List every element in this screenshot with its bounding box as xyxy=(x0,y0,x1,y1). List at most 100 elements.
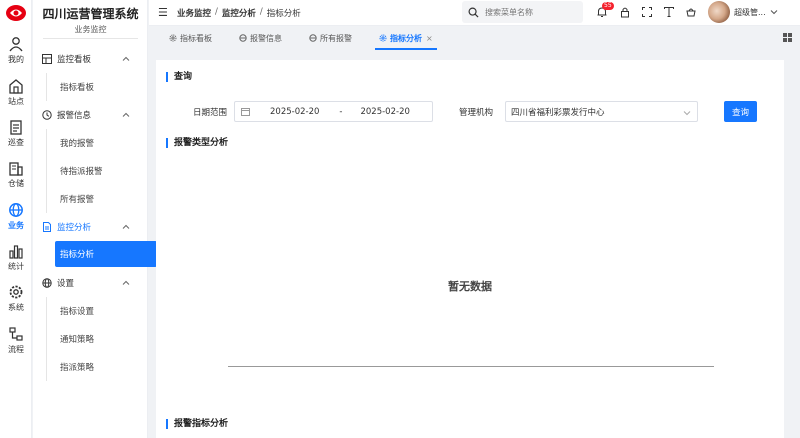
document-icon xyxy=(43,222,51,232)
org-label: 管理机构 xyxy=(459,108,494,118)
menu-item-label: 指标分析 xyxy=(60,250,95,260)
rail-label: 系统 xyxy=(8,303,24,312)
rail-label: 业务 xyxy=(8,221,24,230)
gear-icon xyxy=(169,34,177,42)
breadcrumb-item[interactable]: 监控分析 xyxy=(222,7,256,19)
empty-state: 暂无数据 xyxy=(448,280,492,293)
main-content: 查询 日期范围 2025-02-20 - 2025-02-20 管理机构 四川省… xyxy=(156,60,784,438)
menu-group-monitor-board[interactable]: 监控看板 xyxy=(33,47,148,71)
tab-close-icon[interactable]: × xyxy=(426,34,433,43)
menu-group-settings[interactable]: 设置 xyxy=(33,271,148,295)
calendar-icon xyxy=(241,108,250,116)
rail-label: 巡查 xyxy=(8,138,24,147)
menu-item-label: 指派策略 xyxy=(60,363,95,373)
menu-item-metric-settings[interactable]: 指标设置 xyxy=(55,298,157,324)
date-end[interactable]: 2025-02-20 xyxy=(360,107,409,117)
rail-item-system[interactable]: 系统 xyxy=(0,284,32,324)
menu-item-metric-analysis[interactable]: 指标分析 xyxy=(55,241,157,267)
breadcrumb: 业务监控 / 监控分析 / 指标分析 xyxy=(177,7,301,19)
breadcrumb-item[interactable]: 业务监控 xyxy=(177,7,211,19)
tab-label: 指标分析 xyxy=(390,33,422,43)
org-select[interactable]: 四川省福利彩票发行中心 xyxy=(505,101,698,122)
rail-label: 我的 xyxy=(8,55,24,64)
date-start[interactable]: 2025-02-20 xyxy=(270,107,319,117)
lottery-logo xyxy=(6,5,26,21)
rail-item-warehouse[interactable]: 仓储 xyxy=(0,160,32,200)
chevron-down-icon xyxy=(683,111,691,116)
tab-label: 指标看板 xyxy=(180,33,212,43)
rail-label: 统计 xyxy=(8,262,24,271)
menu-toggle-icon[interactable]: ☰ xyxy=(158,6,168,19)
rail-label: 流程 xyxy=(8,345,24,354)
warehouse-icon xyxy=(9,162,23,176)
grid-icon[interactable] xyxy=(783,33,792,42)
bar-chart-icon xyxy=(9,245,23,259)
menu-item-all-alarms[interactable]: 所有报警 xyxy=(55,186,157,212)
globe-icon xyxy=(9,203,23,217)
gear-icon xyxy=(379,34,387,42)
globe-icon xyxy=(239,34,247,42)
tab-metric-board[interactable]: 指标看板 xyxy=(169,29,212,47)
menu-sidebar: 四川运营管理系统 业务监控 监控看板 指标看板 报警信息 我的报警 待指派报警 … xyxy=(33,0,157,438)
date-separator: - xyxy=(339,106,343,117)
user-name[interactable]: 超级管... xyxy=(734,7,766,18)
menu-group-label: 监控看板 xyxy=(57,55,92,65)
menu-group-alarm-info[interactable]: 报警信息 xyxy=(33,103,148,127)
menu-item-label: 我的报警 xyxy=(60,139,95,149)
date-range-picker[interactable]: 2025-02-20 - 2025-02-20 xyxy=(234,101,433,122)
search-icon xyxy=(468,7,479,18)
rail-item-flow[interactable]: 流程 xyxy=(0,326,32,366)
tab-all-alarms[interactable]: 所有报警 xyxy=(309,29,352,47)
query-button[interactable]: 查询 xyxy=(724,101,757,122)
chevron-up-icon xyxy=(122,224,130,229)
app-subtitle: 业务监控 xyxy=(43,24,138,39)
user-icon xyxy=(9,37,23,52)
menu-divider xyxy=(46,297,47,381)
rail-item-business[interactable]: 业务 xyxy=(0,202,32,242)
menu-item-label: 通知策略 xyxy=(60,335,95,345)
tabs-bar: 指标看板 报警信息 所有报警 指标分析 × xyxy=(149,26,800,50)
text-size-icon[interactable] xyxy=(663,6,675,18)
menu-group-label: 设置 xyxy=(57,279,75,289)
menu-item-metric-board[interactable]: 指标看板 xyxy=(55,74,157,100)
menu-group-monitor-analysis[interactable]: 监控分析 xyxy=(33,215,148,239)
breadcrumb-current: 指标分析 xyxy=(266,9,301,19)
tab-label: 报警信息 xyxy=(250,33,282,43)
rail-item-patrol[interactable]: 巡查 xyxy=(0,119,32,159)
tab-alarm-info[interactable]: 报警信息 xyxy=(239,29,282,47)
app-title: 四川运营管理系统 xyxy=(42,7,139,21)
menu-divider xyxy=(46,73,47,101)
query-title: 查询 xyxy=(166,72,192,82)
menu-group-label: 报警信息 xyxy=(57,111,92,121)
top-header: ☰ 业务监控 / 监控分析 / 指标分析 55 超级管... xyxy=(149,0,800,26)
globe-icon xyxy=(42,278,52,288)
tab-label: 所有报警 xyxy=(320,33,352,43)
theme-icon[interactable] xyxy=(685,6,697,18)
menu-item-label: 指标设置 xyxy=(60,307,95,317)
menu-search[interactable] xyxy=(462,1,583,23)
alarm-icon xyxy=(42,110,52,120)
notification-badge: 55 xyxy=(602,2,614,10)
rail-item-stats[interactable]: 统计 xyxy=(0,243,32,283)
menu-item-my-alarms[interactable]: 我的报警 xyxy=(55,130,157,156)
gear-icon xyxy=(9,285,23,299)
search-input[interactable] xyxy=(485,7,575,17)
chevron-down-icon[interactable] xyxy=(770,8,778,16)
rail-item-mine[interactable]: 我的 xyxy=(0,36,32,76)
avatar[interactable] xyxy=(708,1,730,23)
menu-item-label: 待指派报警 xyxy=(60,167,103,177)
dashboard-icon xyxy=(42,54,52,64)
lock-icon[interactable] xyxy=(619,6,631,18)
tab-metric-analysis[interactable]: 指标分析 × xyxy=(375,29,437,50)
menu-divider xyxy=(46,129,47,213)
fullscreen-icon[interactable] xyxy=(641,6,653,18)
org-select-value: 四川省福利彩票发行中心 xyxy=(511,107,605,118)
chevron-up-icon xyxy=(122,56,130,61)
globe-icon xyxy=(309,34,317,42)
menu-item-pending-alarms[interactable]: 待指派报警 xyxy=(55,158,157,184)
menu-item-notify-policy[interactable]: 通知策略 xyxy=(55,326,157,352)
flow-icon xyxy=(9,327,23,341)
menu-item-assign-policy[interactable]: 指派策略 xyxy=(55,354,157,380)
building-icon xyxy=(9,79,23,94)
rail-item-site[interactable]: 站点 xyxy=(0,78,32,118)
